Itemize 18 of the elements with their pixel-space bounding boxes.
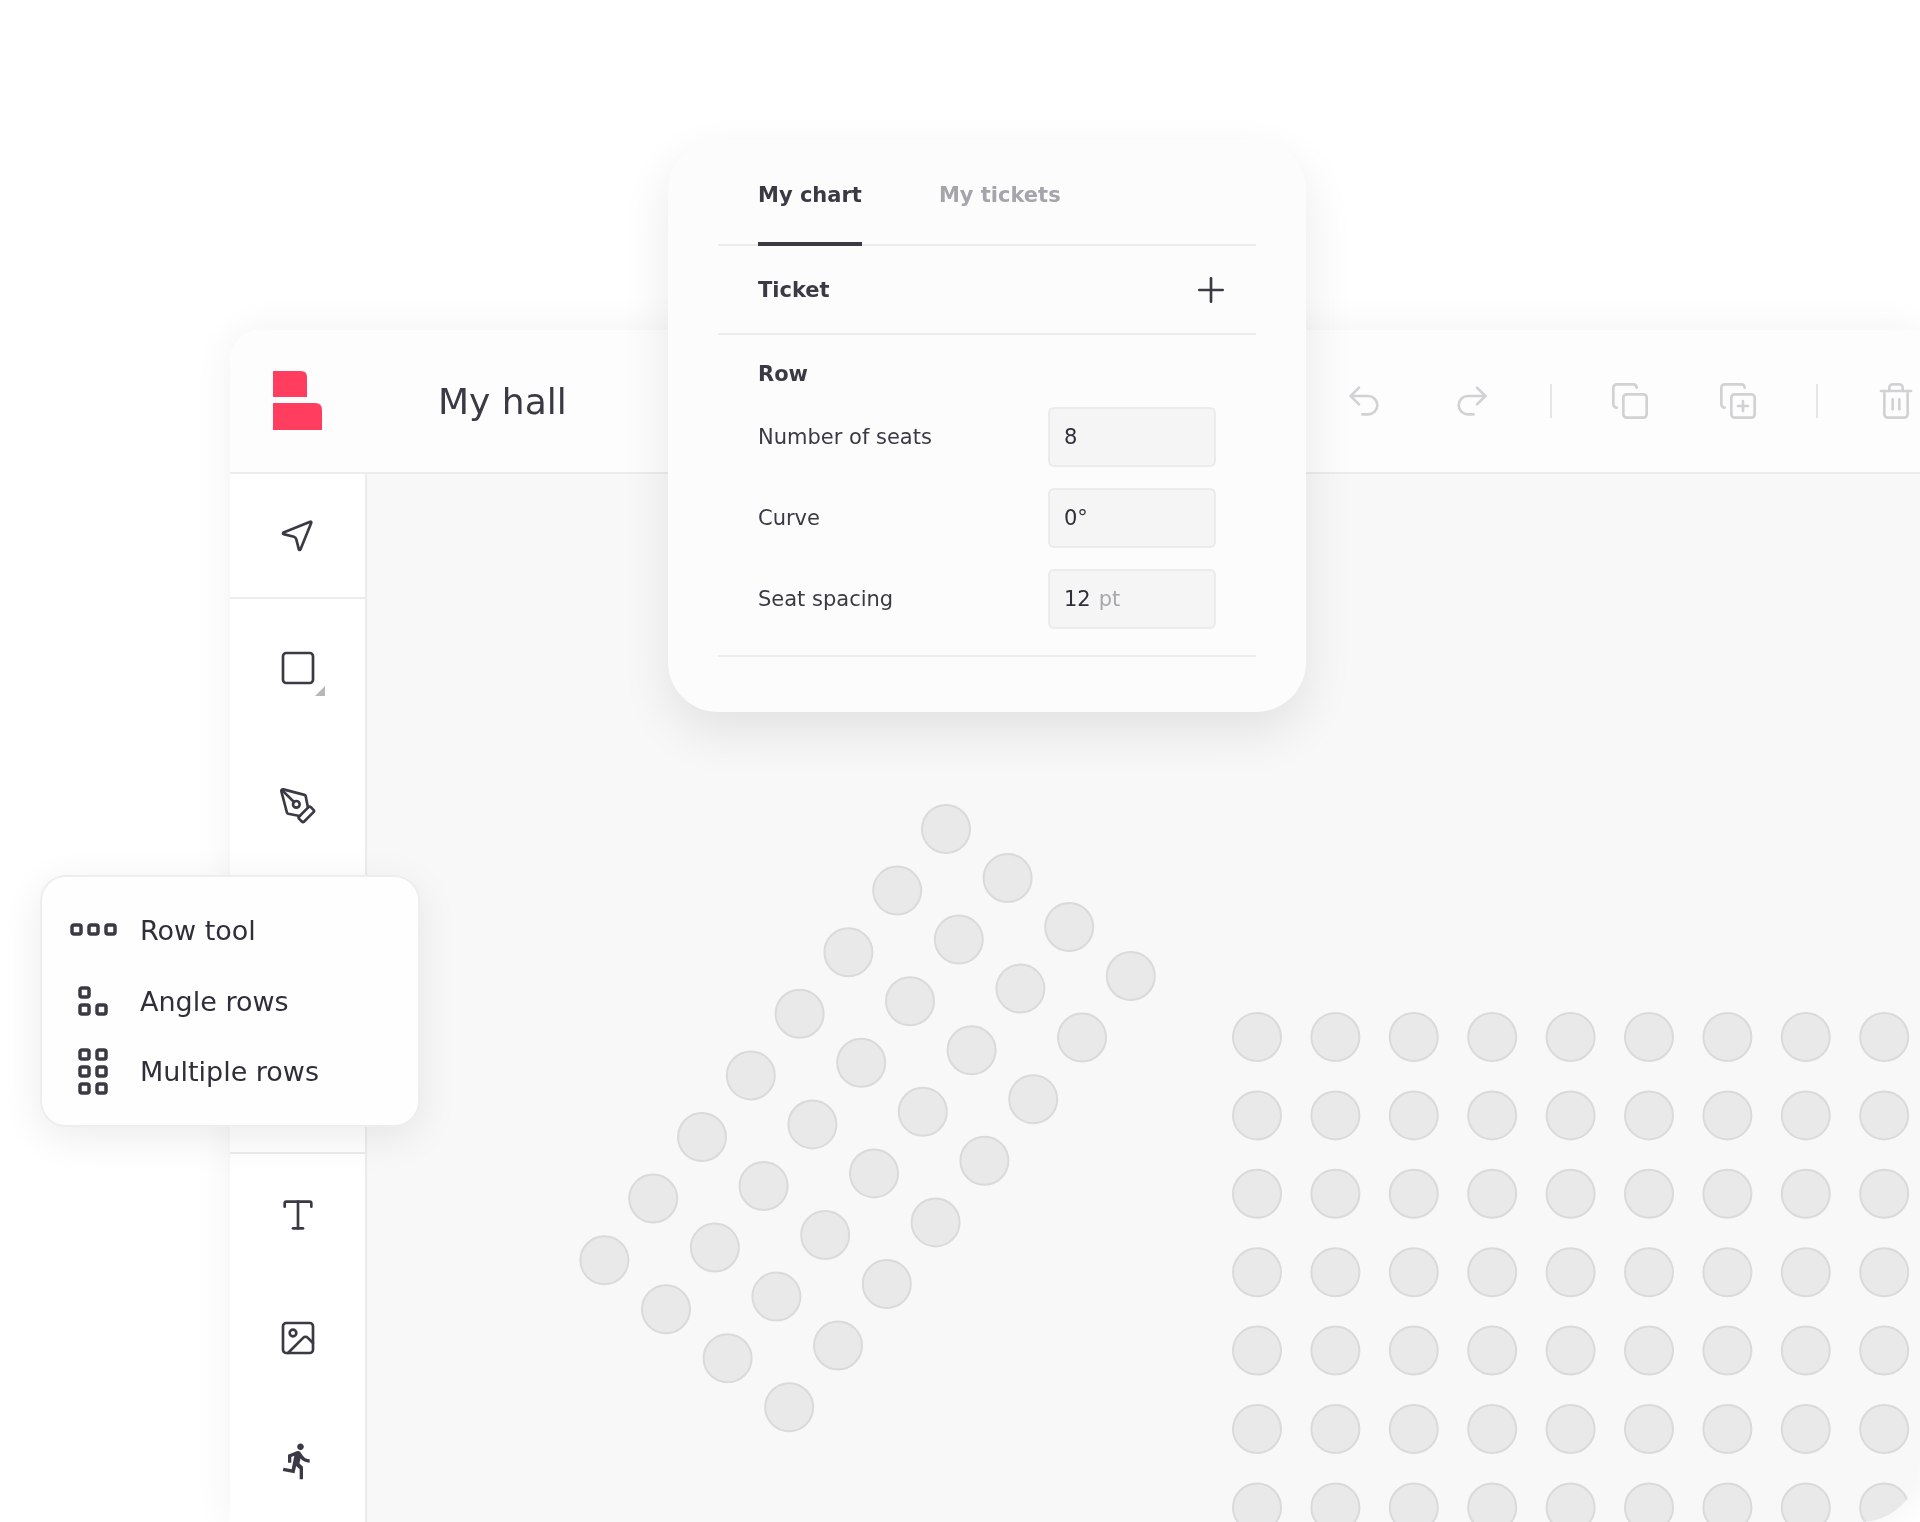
ticket-heading: Ticket — [758, 277, 830, 302]
copy-icon — [1610, 381, 1650, 421]
number-field[interactable]: 8 — [1048, 407, 1216, 467]
pen-nib-icon — [277, 785, 318, 826]
row-heading: Row — [758, 362, 809, 386]
field-label: Curve — [758, 506, 820, 530]
duplicate-icon — [1718, 381, 1758, 421]
field-label: Seat spacing — [758, 587, 894, 611]
row-seats-icon — [70, 923, 118, 938]
menu-item[interactable]: Angle rows — [42, 965, 418, 1037]
panel-tab[interactable]: My chart — [758, 140, 862, 246]
menu-item[interactable]: Multiple rows — [42, 1036, 418, 1107]
number-field[interactable]: 12 pt — [1048, 569, 1216, 629]
logo-icon — [272, 371, 323, 431]
hall-title: My hall — [438, 380, 567, 422]
number-field[interactable]: 0° — [1048, 488, 1216, 548]
field-label: Number of seats — [758, 425, 932, 449]
menu-item[interactable]: Row tool — [42, 895, 418, 966]
